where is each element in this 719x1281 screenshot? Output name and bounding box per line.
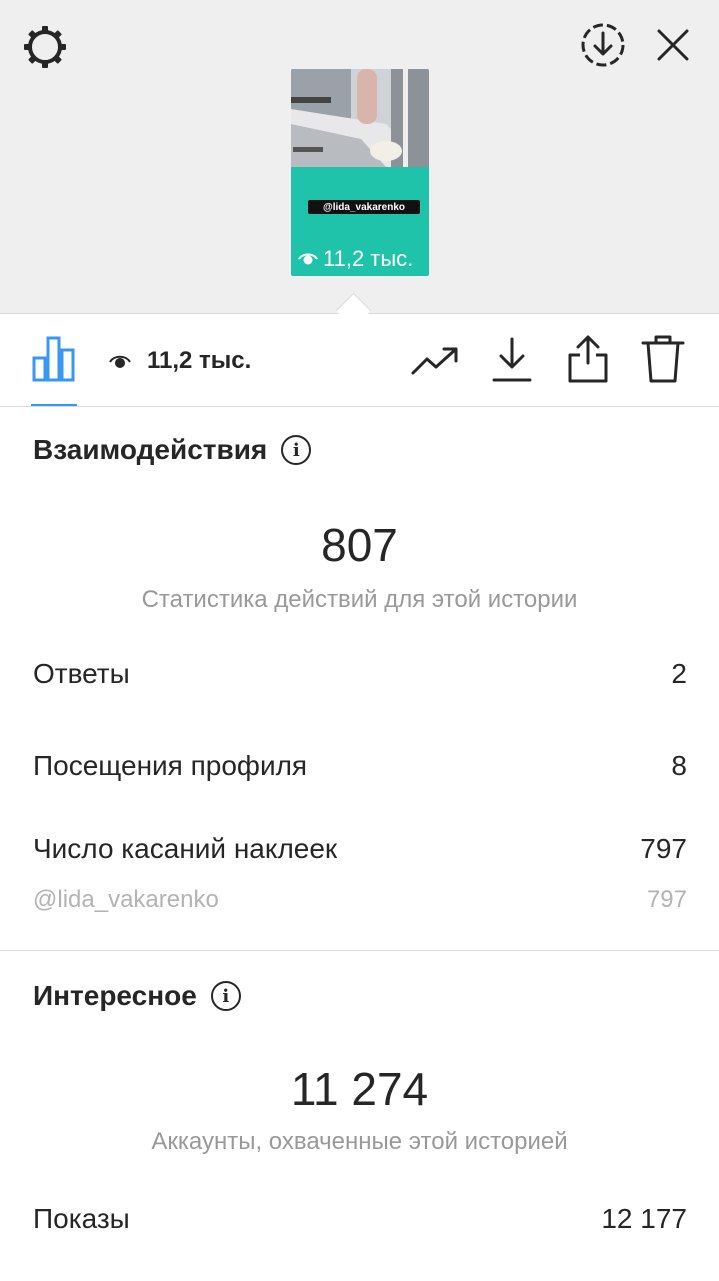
discovery-title: Интересное xyxy=(33,980,197,1011)
close-button[interactable] xyxy=(648,20,698,70)
stat-label: Показы xyxy=(33,1203,130,1234)
stat-sublabel: @lida_vakarenko xyxy=(33,886,219,913)
share-button[interactable] xyxy=(562,332,614,386)
download-button[interactable] xyxy=(488,334,536,386)
delete-button[interactable] xyxy=(638,332,688,386)
interactions-caption: Статистика действий для этой истории xyxy=(141,586,578,613)
save-story-button[interactable] xyxy=(578,20,628,70)
stat-row-impressions: Показы 12 177 xyxy=(33,1203,687,1235)
stat-value: 2 xyxy=(671,658,687,689)
tab-active-indicator xyxy=(31,404,77,406)
stat-subvalue: 797 xyxy=(646,886,687,913)
eye-icon xyxy=(109,355,131,368)
stat-label: Число касаний наклеек xyxy=(33,833,338,864)
interactions-title: Взаимодействия xyxy=(33,434,268,465)
toolbar-views-count: 11,2 тыс. xyxy=(147,347,252,374)
stat-value: 797 xyxy=(640,833,687,864)
interactions-header: Взаимодействия i xyxy=(33,434,312,466)
discovery-total: 11 274 xyxy=(290,1063,429,1115)
stat-row-sticker-taps: Число касаний наклеек 797 xyxy=(33,833,687,865)
story-photo xyxy=(291,69,429,167)
stat-value: 12 177 xyxy=(601,1203,687,1234)
trash-icon xyxy=(641,335,685,383)
stat-subrow-mention: @lida_vakarenko 797 xyxy=(33,886,687,914)
story-views-label: 11,2 тыс. xyxy=(298,245,413,273)
stat-row-profile-visits: Посещения профиля 8 xyxy=(33,750,687,782)
info-icon[interactable]: i xyxy=(281,435,312,465)
info-icon[interactable]: i xyxy=(210,981,241,1011)
tab-insights[interactable] xyxy=(28,332,80,384)
discovery-header: Интересное i xyxy=(33,980,241,1012)
stat-label: Посещения профиля xyxy=(33,750,308,781)
close-icon xyxy=(657,29,689,61)
story-sticker-mention: @lida_vakarenko xyxy=(308,200,420,214)
stat-label: Ответы xyxy=(33,658,130,689)
views-eye xyxy=(108,350,132,374)
share-icon xyxy=(568,335,608,383)
interactions-total: 807 xyxy=(321,519,398,571)
story-views-count: 11,2 тыс. xyxy=(323,246,414,271)
settings-button[interactable] xyxy=(20,22,70,72)
download-icon xyxy=(492,337,532,382)
stat-row-replies: Ответы 2 xyxy=(33,658,687,690)
promote-button[interactable] xyxy=(408,338,462,384)
trending-icon xyxy=(411,347,458,375)
download-circle-icon xyxy=(581,23,625,67)
eye-icon xyxy=(298,253,318,265)
section-divider xyxy=(0,950,719,951)
stat-value: 8 xyxy=(671,750,687,781)
gear-icon xyxy=(24,26,66,68)
bar-chart-icon xyxy=(32,336,75,382)
discovery-caption: Аккаунты, охваченные этой историей xyxy=(151,1128,568,1155)
